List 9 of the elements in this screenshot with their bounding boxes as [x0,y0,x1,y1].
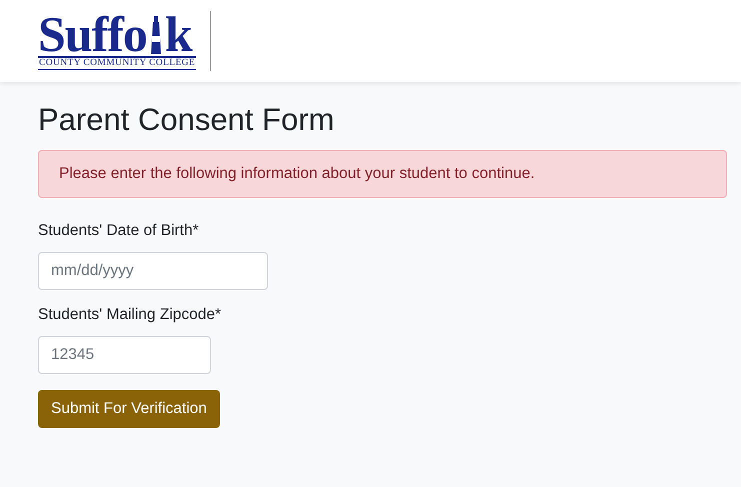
page-title: Parent Consent Form [38,102,336,138]
input-field[interactable]: mm/dd/yyyy [38,252,268,290]
alert-message: Please enter the following information about your student to continue. [38,150,727,198]
input-field[interactable]: 12345 [38,336,211,374]
field-label: Students' Mailing Zipcode* [38,306,222,324]
college-logo[interactable]: Suffo k COUNTY COMMUNITY COLLEGE [38,12,196,70]
field-label: Students' Date of Birth* [38,222,200,240]
submit-button[interactable]: Submit For Verification [38,390,220,428]
lighthouse-icon [148,14,163,54]
